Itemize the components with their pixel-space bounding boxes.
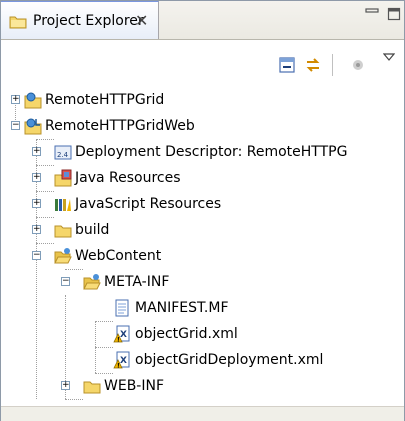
close-icon[interactable]: ✕ [135, 11, 148, 30]
expand-toggle-icon[interactable]: + [32, 147, 41, 156]
tree-item-remotehttpgrid[interactable]: + RemoteHTTPGrid [1, 87, 404, 113]
tree-item-label: objectGridDeployment.xml [135, 352, 324, 368]
expand-toggle-icon[interactable]: + [32, 199, 41, 208]
collapse-all-icon[interactable] [278, 56, 296, 74]
tree-item-label: RemoteHTTPGrid [45, 92, 165, 108]
tree-item-label: Java Resources [75, 170, 181, 186]
tree-item-label: WEB-INF [104, 378, 164, 394]
folder-open-icon [54, 248, 72, 264]
view-menu-icon[interactable] [383, 52, 395, 62]
tree-item-label: JavaScript Resources [75, 196, 222, 212]
toolbar-separator [332, 54, 333, 76]
collapse-toggle-icon[interactable]: − [61, 277, 70, 286]
tab-project-explorer[interactable]: Project Explorer ✕ [1, 1, 159, 39]
tree-item-web-inf[interactable]: + WEB-INF [1, 373, 404, 399]
tree-item-manifest[interactable]: MANIFEST.MF [1, 295, 404, 321]
tree-item-label: META-INF [104, 274, 170, 290]
tree-item-label: build [75, 222, 110, 238]
project-tree: + RemoteHTTPGrid − RemoteHTTPGridWeb + 2… [1, 87, 404, 407]
tree-item-label: MANIFEST.MF [135, 300, 229, 316]
tree-item-webcontent[interactable]: − WebContent [1, 243, 404, 269]
text-file-icon [115, 299, 129, 317]
folder-icon [54, 225, 72, 238]
svg-text:X: X [120, 356, 127, 366]
view-tab-strip: Project Explorer ✕ [1, 1, 404, 40]
tree-item-meta-inf[interactable]: − META-INF [1, 269, 404, 295]
link-with-editor-icon[interactable] [304, 56, 322, 74]
folder-icon [83, 381, 101, 394]
view-toolbar [1, 40, 404, 86]
svg-text:!: ! [117, 337, 120, 344]
tree-connector [65, 399, 83, 400]
folder-open-icon [83, 274, 101, 290]
javascript-resources-icon [55, 199, 71, 211]
tree-item-java-resources[interactable]: + Java Resources [1, 165, 404, 191]
tree-item-deployment-descriptor[interactable]: + 2.4 Deployment Descriptor: RemoteHTTPG [1, 139, 404, 165]
tree-item-label: RemoteHTTPGridWeb [45, 118, 195, 134]
project-explorer-icon [9, 16, 27, 29]
svg-text:!: ! [117, 363, 120, 370]
svg-text:X: X [120, 330, 127, 340]
collapse-toggle-icon[interactable]: − [11, 121, 20, 130]
collapse-toggle-icon[interactable]: − [32, 251, 41, 260]
java-resources-icon [54, 169, 72, 187]
expand-toggle-icon[interactable]: + [32, 173, 41, 182]
tree-item-label: objectGrid.xml [135, 326, 238, 342]
filter-icon[interactable] [349, 56, 367, 74]
web-project-icon [24, 92, 42, 109]
xml-file-warning-icon: X ! [113, 325, 130, 344]
expand-toggle-icon[interactable]: + [61, 381, 70, 390]
horizontal-scrollbar[interactable] [1, 406, 404, 421]
tab-title: Project Explorer [33, 13, 144, 29]
expand-toggle-icon[interactable]: + [11, 95, 20, 104]
tree-item-label: Deployment Descriptor: RemoteHTTPG [75, 144, 348, 160]
tree-item-objectgriddeployment-xml[interactable]: X ! objectGridDeployment.xml [1, 347, 404, 373]
tree-item-build[interactable]: + build [1, 217, 404, 243]
svg-text:2.4: 2.4 [57, 151, 69, 159]
tree-item-objectgrid-xml[interactable]: X ! objectGrid.xml [1, 321, 404, 347]
xml-file-warning-icon: X ! [113, 351, 130, 370]
expand-toggle-icon[interactable]: + [32, 225, 41, 234]
maximize-icon[interactable] [387, 7, 401, 21]
deployment-descriptor-icon: 2.4 [54, 145, 72, 160]
web-project-icon [24, 118, 42, 135]
minimize-icon[interactable] [365, 7, 379, 21]
tree-item-label: WebContent [75, 248, 162, 264]
tree-item-javascript-resources[interactable]: + JavaScript Resources [1, 191, 404, 217]
project-explorer-view: Project Explorer ✕ + RemoteHTTPGrid − Re… [0, 0, 405, 421]
tree-item-remotehttpgridweb[interactable]: − RemoteHTTPGridWeb [1, 113, 404, 139]
